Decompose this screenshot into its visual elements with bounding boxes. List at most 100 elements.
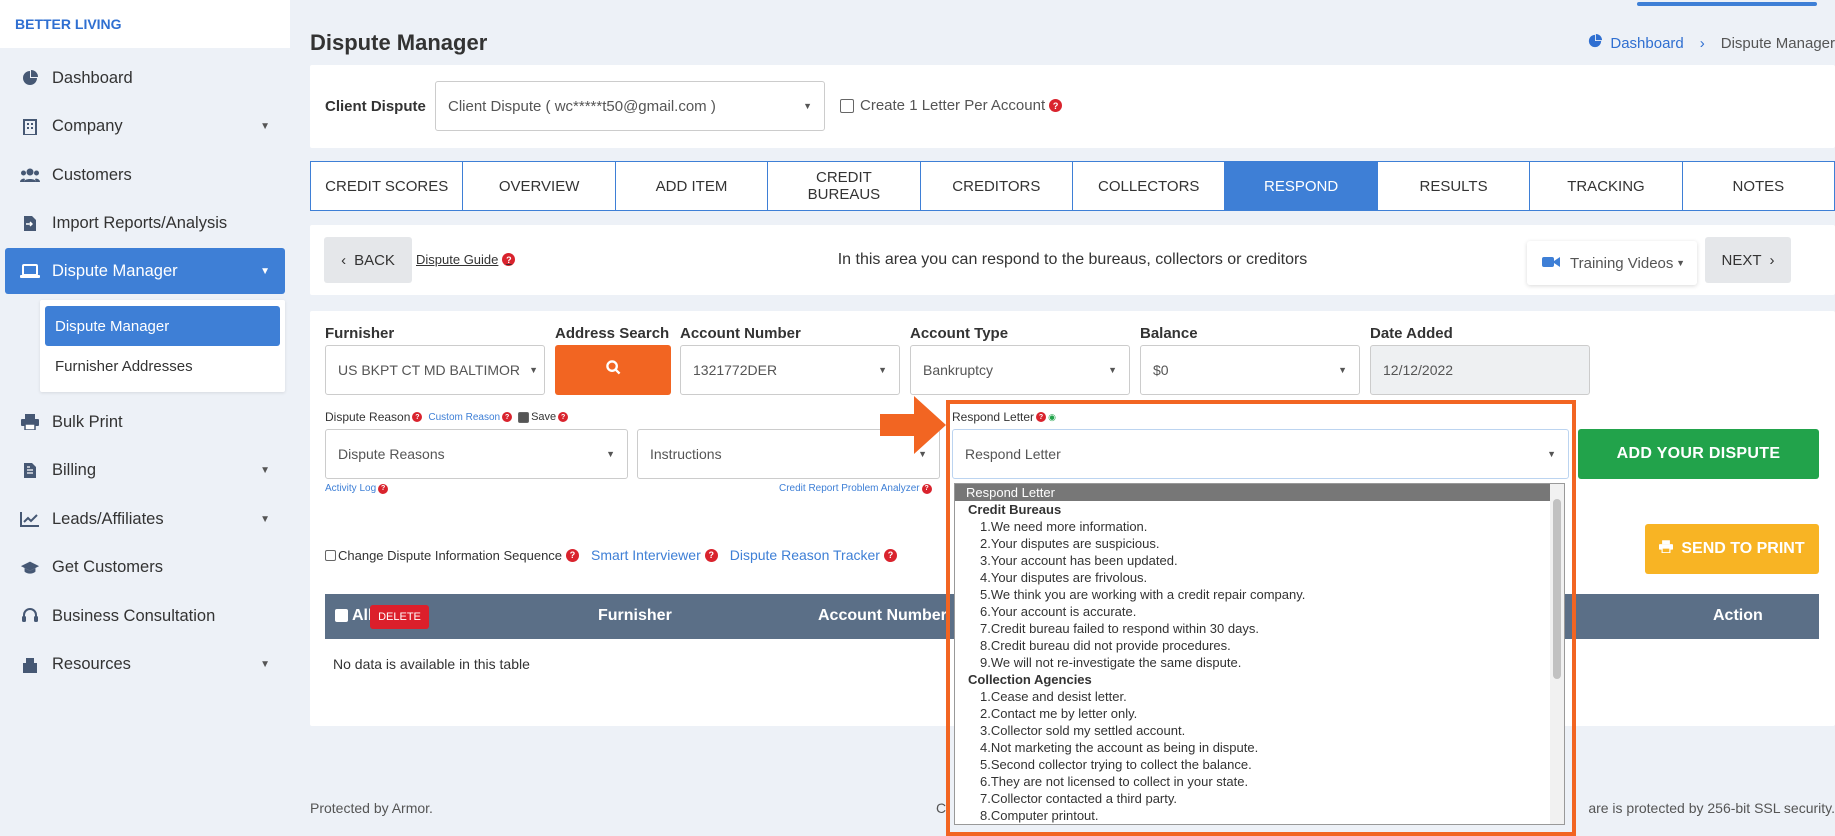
sidebar-item-dispute-manager[interactable]: Dispute Manager ▼	[5, 248, 285, 294]
help-icon[interactable]: ?	[921, 483, 932, 494]
respond-letter-label-row: Respond Letter ? ◉	[952, 410, 1056, 424]
tab-results[interactable]: RESULTS	[1378, 162, 1531, 210]
delete-button[interactable]: DELETE	[370, 605, 429, 629]
tab-creditors[interactable]: CREDITORS	[921, 162, 1074, 210]
tab-credit-scores[interactable]: CREDIT SCORES	[311, 162, 464, 210]
tab-overview[interactable]: OVERVIEW	[463, 162, 616, 210]
options-row: Change Dispute Information Sequence ? Sm…	[325, 547, 897, 563]
column-account-number: Account Number	[818, 607, 947, 624]
create-one-letter-label: Create 1 Letter Per Account	[860, 97, 1046, 114]
option-item[interactable]: 6.They are not licensed to collect in yo…	[955, 773, 1564, 790]
caret-down-icon: ▼	[803, 101, 812, 111]
dispute-manager-submenu: Dispute Manager Furnisher Addresses	[0, 300, 290, 392]
printer-icon	[20, 412, 40, 432]
respond-letter-select[interactable]: Respond Letter ▼	[952, 429, 1569, 479]
send-to-print-button[interactable]: SEND TO PRINT	[1645, 524, 1819, 574]
create-one-letter-checkbox[interactable]	[840, 98, 854, 113]
help-icon[interactable]: ?	[502, 412, 513, 422]
option-item[interactable]: 6.Your account is accurate.	[955, 603, 1564, 620]
smart-interviewer-link[interactable]: Smart Interviewer?	[591, 547, 718, 563]
client-dispute-select[interactable]: Client Dispute ( wc*****t50@gmail.com ) …	[435, 81, 825, 131]
account-type-select[interactable]: Bankruptcy ▼	[910, 345, 1130, 395]
sidebar-item-leads-affiliates[interactable]: Leads/Affiliates ▼	[0, 495, 290, 544]
tab-credit-bureaus[interactable]: CREDIT BUREAUS	[768, 162, 921, 210]
option-item[interactable]: 9.We will not re-investigate the same di…	[955, 654, 1564, 671]
option-item[interactable]: 2.Contact me by letter only.	[955, 705, 1564, 722]
top-button-edge[interactable]	[1637, 2, 1817, 6]
option-respond-letter[interactable]: Respond Letter	[955, 484, 1551, 501]
option-item[interactable]: 5.Second collector trying to collect the…	[955, 756, 1564, 773]
option-item[interactable]: 7.Credit bureau failed to respond within…	[955, 620, 1564, 637]
help-icon[interactable]: ?	[558, 412, 569, 422]
respond-letter-label: Respond Letter	[952, 410, 1035, 424]
instructions-value: Instructions	[650, 446, 722, 462]
option-item[interactable]: 3.Collector sold my settled account.	[955, 722, 1564, 739]
option-item[interactable]: 7.Collector contacted a third party.	[955, 790, 1564, 807]
save-checkbox[interactable]	[518, 411, 530, 423]
sidebar-item-import-reports[interactable]: Import Reports/Analysis	[0, 200, 290, 249]
submenu-item-dispute-manager[interactable]: Dispute Manager	[45, 306, 280, 346]
submenu-item-furnisher-addresses[interactable]: Furnisher Addresses	[45, 346, 280, 386]
date-added-field[interactable]: 12/12/2022	[1370, 345, 1590, 395]
problem-analyzer-link[interactable]: Credit Report Problem Analyzer ?	[779, 483, 932, 494]
help-icon[interactable]: ?	[412, 412, 423, 422]
help-icon[interactable]: ?	[566, 548, 580, 562]
tab-respond[interactable]: RESPOND	[1225, 162, 1378, 210]
footer-ssl: are is protected by 256-bit SSL security…	[1588, 800, 1835, 816]
sidebar-item-get-customers[interactable]: Get Customers	[0, 544, 290, 593]
activity-log-link[interactable]: Activity Log ?	[325, 483, 389, 494]
optgroup-credit-bureaus: Credit Bureaus	[968, 502, 1062, 517]
sidebar-item-company[interactable]: Company ▼	[0, 103, 290, 152]
help-icon[interactable]: ?	[704, 548, 718, 562]
change-sequence-checkbox[interactable]	[325, 549, 336, 561]
option-item[interactable]: 8.Computer printout.	[955, 807, 1564, 824]
option-item[interactable]: 8.Credit bureau did not provide procedur…	[955, 637, 1564, 654]
option-item[interactable]: 5.We think you are working with a credit…	[955, 586, 1564, 603]
furnisher-label: Furnisher	[325, 325, 395, 342]
option-item[interactable]: 1.Cease and desist letter.	[955, 688, 1564, 705]
sidebar-item-billing[interactable]: Billing ▼	[0, 447, 290, 496]
dispute-reasons-select[interactable]: Dispute Reasons ▼	[325, 429, 628, 479]
help-icon[interactable]: ?	[378, 483, 389, 494]
furnisher-select[interactable]: US BKPT CT MD BALTIMOR ▼	[325, 345, 545, 395]
select-all-checkbox[interactable]	[335, 609, 348, 622]
tab-collectors[interactable]: COLLECTORS	[1073, 162, 1226, 210]
option-item[interactable]: 2.Your disputes are suspicious.	[955, 535, 1564, 552]
address-search-button[interactable]	[555, 345, 671, 395]
tab-tracking[interactable]: TRACKING	[1530, 162, 1683, 210]
brand-logo[interactable]: BETTER LIVING	[0, 0, 290, 48]
dispute-reason-tracker-link[interactable]: Dispute Reason Tracker?	[730, 547, 897, 563]
help-icon[interactable]: ?	[1036, 412, 1047, 422]
custom-reason-link[interactable]: Custom Reason	[428, 412, 500, 423]
tab-notes[interactable]: NOTES	[1683, 162, 1834, 210]
option-item[interactable]: 1.We need more information.	[955, 518, 1564, 535]
date-added-value: 12/12/2022	[1383, 362, 1454, 378]
add-your-dispute-button[interactable]: ADD YOUR DISPUTE	[1578, 429, 1819, 479]
sidebar-item-resources[interactable]: Resources ▼	[0, 641, 290, 690]
tab-add-item[interactable]: ADD ITEM	[616, 162, 769, 210]
breadcrumb-dashboard-link[interactable]: Dashboard	[1610, 35, 1683, 52]
help-icon[interactable]: ?	[883, 548, 897, 562]
eye-icon[interactable]: ◉	[1048, 412, 1056, 423]
sidebar-item-business-consultation[interactable]: Business Consultation	[0, 592, 290, 641]
next-button[interactable]: NEXT ›	[1705, 237, 1791, 283]
training-videos-dropdown[interactable]: Training Videos ▼	[1527, 241, 1697, 285]
sidebar-item-dashboard[interactable]: Dashboard	[0, 54, 290, 103]
scrollbar-thumb[interactable]	[1553, 499, 1561, 679]
dispute-reasons-value: Dispute Reasons	[338, 446, 445, 462]
change-sequence-label: Change Dispute Information Sequence	[338, 547, 563, 563]
dropdown-scrollbar[interactable]	[1550, 484, 1564, 824]
option-item[interactable]: 3.Your account has been updated.	[955, 552, 1564, 569]
option-item[interactable]: 4.Your disputes are frivolous.	[955, 569, 1564, 586]
account-number-select[interactable]: 1321772DER ▼	[680, 345, 900, 395]
sidebar-item-bulk-print[interactable]: Bulk Print	[0, 398, 290, 447]
option-item[interactable]: 4.Not marketing the account as being in …	[955, 739, 1564, 756]
balance-select[interactable]: $0 ▼	[1140, 345, 1360, 395]
sidebar-item-customers[interactable]: Customers	[0, 151, 290, 200]
caret-down-icon: ▼	[1676, 258, 1685, 268]
balance-label: Balance	[1140, 325, 1198, 342]
help-icon[interactable]: ?	[1049, 99, 1063, 112]
breadcrumb: Dashboard › Dispute Manager	[1588, 34, 1835, 52]
action-bar: ‹ BACK Dispute Guide ? In this area you …	[310, 225, 1835, 295]
dispute-reason-label: Dispute Reason	[325, 410, 411, 424]
